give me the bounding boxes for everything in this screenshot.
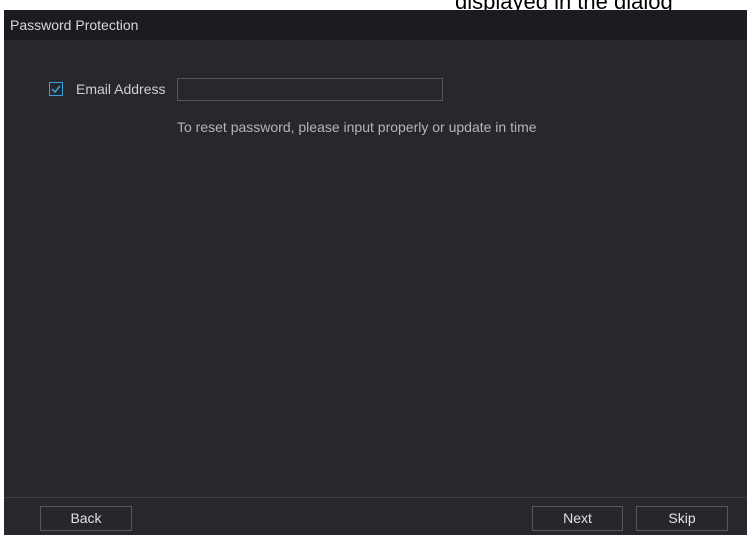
top-cropped-region: displayed in the dialog xyxy=(0,0,751,10)
dialog-title: Password Protection xyxy=(10,17,139,33)
next-button[interactable]: Next xyxy=(532,506,623,531)
email-address-label: Email Address xyxy=(76,81,166,97)
check-icon xyxy=(51,85,61,93)
email-address-input[interactable] xyxy=(177,78,443,101)
password-protection-dialog: Password Protection Email Address To res… xyxy=(4,10,747,535)
email-checkbox[interactable] xyxy=(49,82,63,96)
footer-divider xyxy=(4,497,747,498)
cropped-document-text: displayed in the dialog xyxy=(455,0,673,10)
title-bar: Password Protection xyxy=(4,10,747,40)
back-button[interactable]: Back xyxy=(40,506,132,531)
reset-password-hint: To reset password, please input properly… xyxy=(177,119,537,135)
skip-button[interactable]: Skip xyxy=(636,506,728,531)
